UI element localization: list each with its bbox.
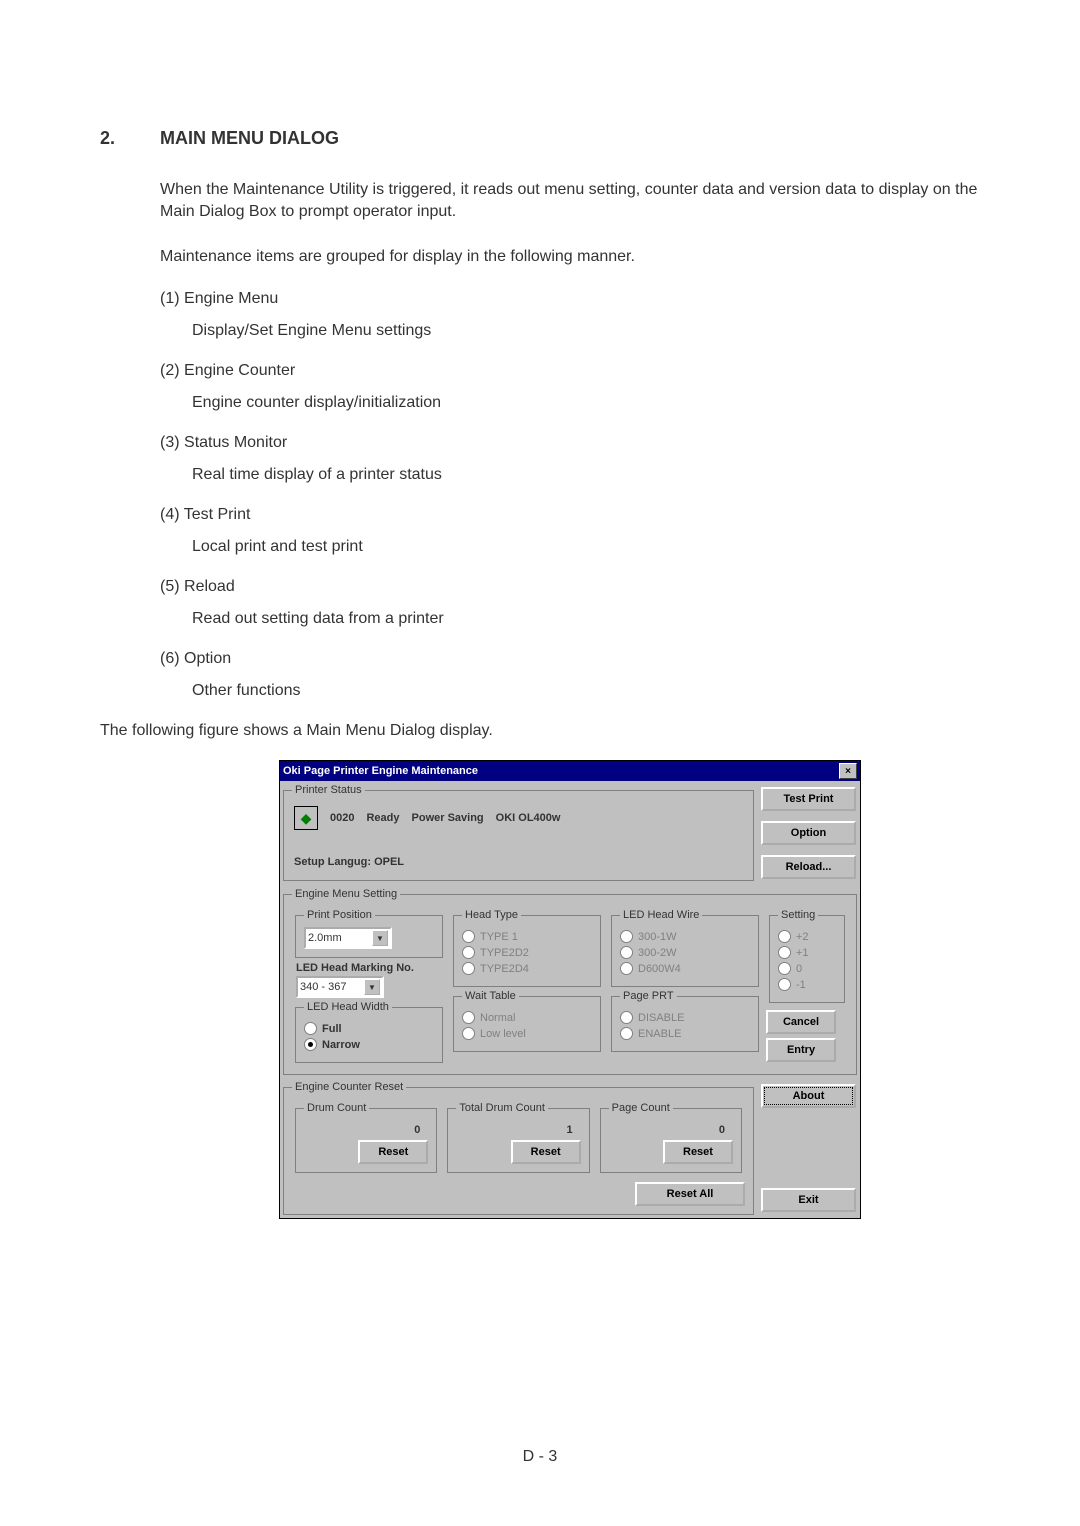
list-item: (5) Reload xyxy=(160,578,980,596)
radio-300-1w[interactable]: 300-1W xyxy=(620,930,750,943)
entry-button[interactable]: Entry xyxy=(766,1038,836,1062)
cancel-button[interactable]: Cancel xyxy=(766,1010,836,1034)
page-count-value: 0 xyxy=(609,1120,733,1140)
engine-menu-setting-group: Engine Menu Setting Print Position 2.0mm… xyxy=(283,888,857,1075)
led-head-wire-group: LED Head Wire 300-1W 300-2W D600W4 xyxy=(611,909,759,987)
drum-count-group: Drum Count 0 Reset xyxy=(295,1102,437,1173)
led-marking-select[interactable]: 340 - 367 ▼ xyxy=(296,976,384,998)
status-code: 0020 xyxy=(330,812,354,824)
print-position-select[interactable]: 2.0mm ▼ xyxy=(304,927,392,949)
page-number: D - 3 xyxy=(0,1448,1080,1466)
radio-disable[interactable]: DISABLE xyxy=(620,1011,750,1024)
reset-all-button[interactable]: Reset All xyxy=(635,1182,745,1206)
list-item: (3) Status Monitor xyxy=(160,434,980,452)
chevron-down-icon: ▼ xyxy=(372,930,388,946)
radio-narrow[interactable]: Narrow xyxy=(304,1038,434,1051)
total-drum-count-group: Total Drum Count 1 Reset xyxy=(447,1102,589,1173)
page-prt-legend: Page PRT xyxy=(620,990,677,1002)
status-ready: Ready xyxy=(366,812,399,824)
page-prt-group: Page PRT DISABLE ENABLE xyxy=(611,990,759,1052)
list-item: (1) Engine Menu xyxy=(160,290,980,308)
about-button[interactable]: About xyxy=(761,1084,856,1108)
led-wire-legend: LED Head Wire xyxy=(620,909,702,921)
list-item-desc: Real time display of a printer status xyxy=(192,466,980,484)
exit-button[interactable]: Exit xyxy=(761,1188,856,1212)
status-power-saving: Power Saving xyxy=(412,812,484,824)
list-item-desc: Read out setting data from a printer xyxy=(192,610,980,628)
radio-type1[interactable]: TYPE 1 xyxy=(462,930,592,943)
radio-full[interactable]: Full xyxy=(304,1022,434,1035)
print-position-group: Print Position 2.0mm ▼ xyxy=(295,909,443,958)
engine-menu-legend: Engine Menu Setting xyxy=(292,888,400,900)
radio-normal[interactable]: Normal xyxy=(462,1011,592,1024)
list-item-desc: Display/Set Engine Menu settings xyxy=(192,322,980,340)
test-print-button[interactable]: Test Print xyxy=(761,787,856,811)
setting-legend: Setting xyxy=(778,909,818,921)
main-menu-dialog: Oki Page Printer Engine Maintenance × Pr… xyxy=(279,760,861,1219)
radio-plus1[interactable]: +1 xyxy=(778,946,836,959)
led-width-legend: LED Head Width xyxy=(304,1001,392,1013)
list-item-desc: Engine counter display/initialization xyxy=(192,394,980,412)
radio-low-level[interactable]: Low level xyxy=(462,1027,592,1040)
print-position-legend: Print Position xyxy=(304,909,375,921)
page-count-group: Page Count 0 Reset xyxy=(600,1102,742,1173)
printer-status-legend: Printer Status xyxy=(292,784,365,796)
drum-reset-button[interactable]: Reset xyxy=(358,1140,428,1164)
paragraph-1: When the Maintenance Utility is triggere… xyxy=(160,179,980,224)
status-model: OKI OL400w xyxy=(496,812,561,824)
radio-type2d4[interactable]: TYPE2D4 xyxy=(462,962,592,975)
engine-counter-reset-group: Engine Counter Reset Drum Count 0 Reset … xyxy=(283,1081,754,1215)
section-number: 2. xyxy=(100,128,115,149)
radio-zero[interactable]: 0 xyxy=(778,962,836,975)
radio-enable[interactable]: ENABLE xyxy=(620,1027,750,1040)
setting-group: Setting +2 +1 0 -1 xyxy=(769,909,845,1003)
total-drum-reset-button[interactable]: Reset xyxy=(511,1140,581,1164)
paragraph-2: Maintenance items are grouped for displa… xyxy=(160,246,980,268)
radio-minus1[interactable]: -1 xyxy=(778,978,836,991)
print-position-value: 2.0mm xyxy=(308,932,342,944)
setup-language-value: OPEL xyxy=(374,856,404,868)
led-marking-label: LED Head Marking No. xyxy=(296,962,442,974)
page-reset-button[interactable]: Reset xyxy=(663,1140,733,1164)
drum-count-legend: Drum Count xyxy=(304,1102,369,1114)
paragraph-3: The following figure shows a Main Menu D… xyxy=(100,722,980,740)
printer-status-group: Printer Status ◆ 0020 Ready Power Saving… xyxy=(283,784,754,881)
wait-table-group: Wait Table Normal Low level xyxy=(453,990,601,1052)
engine-counter-legend: Engine Counter Reset xyxy=(292,1081,406,1093)
section-title: MAIN MENU DIALOG xyxy=(160,128,980,149)
list-item: (2) Engine Counter xyxy=(160,362,980,380)
head-type-group: Head Type TYPE 1 TYPE2D2 TYPE2D4 xyxy=(453,909,601,987)
window-title: Oki Page Printer Engine Maintenance xyxy=(283,765,478,777)
list-item-desc: Local print and test print xyxy=(192,538,980,556)
status-icon: ◆ xyxy=(294,806,318,830)
radio-type2d2[interactable]: TYPE2D2 xyxy=(462,946,592,959)
chevron-down-icon: ▼ xyxy=(364,979,380,995)
list-item-desc: Other functions xyxy=(192,682,980,700)
radio-300-2w[interactable]: 300-2W xyxy=(620,946,750,959)
setup-language-label: Setup Langug: xyxy=(294,856,371,868)
page-count-legend: Page Count xyxy=(609,1102,673,1114)
radio-d600w4[interactable]: D600W4 xyxy=(620,962,750,975)
wait-table-legend: Wait Table xyxy=(462,990,519,1002)
radio-plus2[interactable]: +2 xyxy=(778,930,836,943)
close-icon[interactable]: × xyxy=(839,763,857,779)
led-head-width-group: LED Head Width Full Narrow xyxy=(295,1001,443,1063)
reload-button[interactable]: Reload... xyxy=(761,855,856,879)
total-drum-legend: Total Drum Count xyxy=(456,1102,548,1114)
drum-count-value: 0 xyxy=(304,1120,428,1140)
head-type-legend: Head Type xyxy=(462,909,521,921)
list-item: (6) Option xyxy=(160,650,980,668)
led-marking-value: 340 - 367 xyxy=(300,981,346,993)
list-item: (4) Test Print xyxy=(160,506,980,524)
total-drum-value: 1 xyxy=(456,1120,580,1140)
titlebar[interactable]: Oki Page Printer Engine Maintenance × xyxy=(280,761,860,781)
option-button[interactable]: Option xyxy=(761,821,856,845)
